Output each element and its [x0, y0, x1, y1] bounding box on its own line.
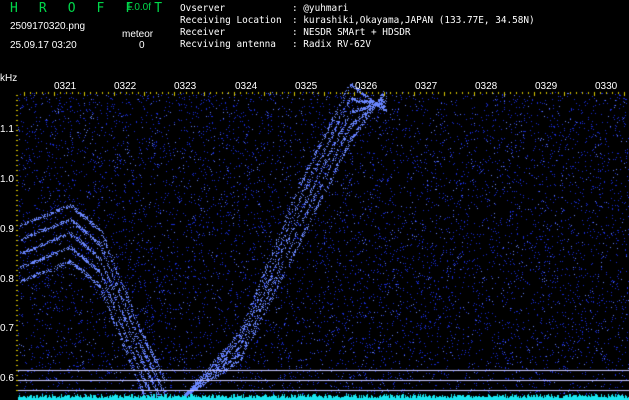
time-label-0329: 0329 — [535, 81, 558, 92]
station-row-observer: Ovserver : @yuhmari — [180, 3, 535, 15]
freq-label-0.8: 0.8 — [0, 274, 14, 285]
hrofft-window: H R O F F T 1.0.0f 2509170320.png 25.09.… — [0, 0, 629, 400]
freq-label-1.0: 1.0 — [0, 174, 14, 185]
time-label-0321: 0321 — [54, 81, 77, 92]
time-label-0325: 0325 — [295, 81, 318, 92]
station-row-receiver: Receiver : NESDR SMArt + HDSDR — [180, 27, 535, 39]
freq-label-0.9: 0.9 — [0, 224, 14, 235]
station-key: Receiver — [180, 27, 226, 38]
station-key: Receiving Location — [180, 15, 282, 26]
meteor-label: meteor — [122, 29, 154, 40]
station-value: : Radix RV-62V — [292, 39, 372, 50]
capture-timestamp: 25.09.17 03:20 — [10, 40, 77, 51]
station-value: : kurashiki,Okayama,JAPAN (133.77E, 34.5… — [292, 15, 535, 26]
freq-unit-label: kHz — [0, 73, 18, 84]
time-label-0326: 0326 — [355, 81, 378, 92]
file-name: 2509170320.png — [10, 21, 86, 32]
time-label-0327: 0327 — [415, 81, 438, 92]
meteor-count: 0 — [139, 40, 145, 51]
time-label-0322: 0322 — [114, 81, 137, 92]
station-key: Recviving antenna — [180, 39, 276, 50]
app-version: 1.0.0f — [126, 2, 152, 13]
station-value: : NESDR SMArt + HDSDR — [292, 27, 411, 38]
station-key: Ovserver — [180, 3, 226, 14]
time-label-0328: 0328 — [475, 81, 498, 92]
station-row-antenna: Recviving antenna : Radix RV-62V — [180, 39, 535, 51]
freq-label-0.7: 0.7 — [0, 323, 14, 334]
freq-label-1.1: 1.1 — [0, 124, 14, 135]
freq-label-0.6: 0.6 — [0, 373, 14, 384]
spectrogram — [0, 0, 629, 400]
time-label-0324: 0324 — [235, 81, 258, 92]
time-label-0323: 0323 — [174, 81, 197, 92]
time-label-0330: 0330 — [595, 81, 618, 92]
station-info: Ovserver : @yuhmari Receiving Location :… — [180, 3, 535, 51]
station-row-location: Receiving Location : kurashiki,Okayama,J… — [180, 15, 535, 27]
station-value: : @yuhmari — [292, 3, 349, 14]
